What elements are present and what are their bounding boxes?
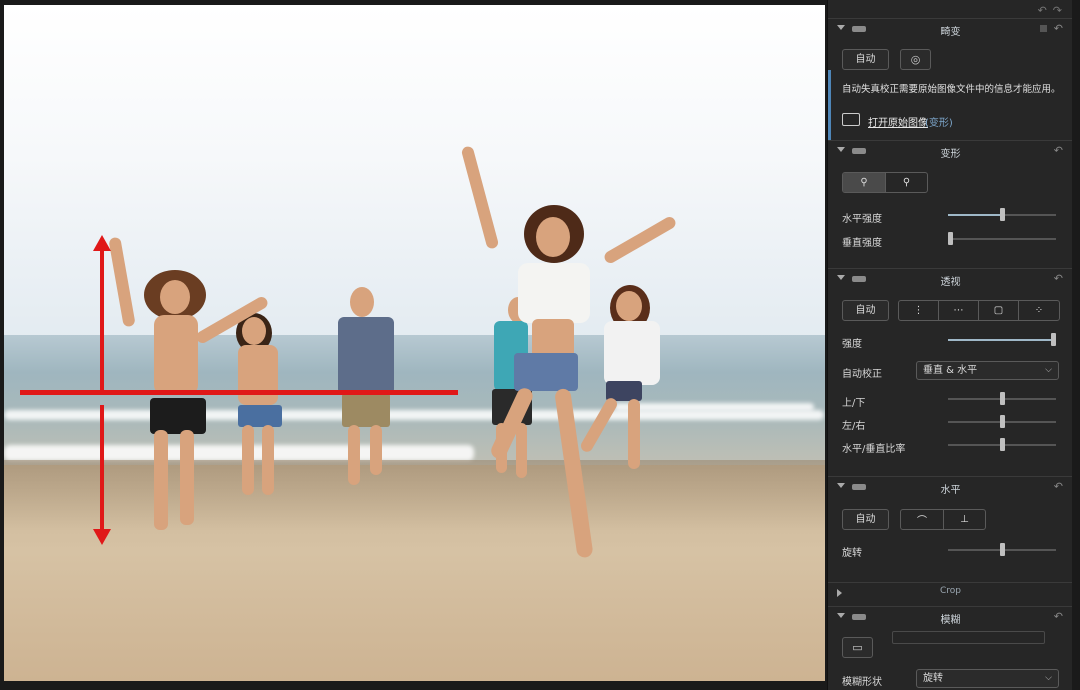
section-perspective: 透视 ↶ 自动 ⋮ ⋯ ▢ ⁘ 强度 自动校正 垂直 & 水平 ⌵ 上/下 左/… — [828, 268, 1072, 476]
distortion-note: 自动失真校正需要原始图像文件中的信息才能应用。 — [842, 84, 1061, 95]
slider-fill — [948, 339, 1056, 341]
folder-icon — [842, 113, 860, 126]
blur-preview-field[interactable] — [892, 631, 1045, 644]
level-line-icon[interactable]: ⌒ — [901, 510, 944, 529]
ratio-label: 水平/垂直比率 — [842, 444, 906, 455]
perspective-mode-toggle: ⋮ ⋯ ▢ ⁘ — [898, 300, 1060, 321]
level-tool-icon[interactable]: ⊥ — [944, 510, 985, 529]
slider-knob[interactable] — [1051, 333, 1056, 346]
person-outline-icon[interactable]: ⚲ — [886, 173, 927, 192]
auto-correct-select[interactable]: 垂直 & 水平 ⌵ — [916, 361, 1059, 380]
square-icon — [1040, 25, 1047, 32]
reset-icon[interactable]: ↶ — [1054, 272, 1063, 285]
section-title: 模糊 — [940, 615, 961, 626]
four-points-icon[interactable]: ⁘ — [1019, 301, 1059, 320]
left-right-slider[interactable] — [948, 415, 1056, 428]
photo-canvas[interactable] — [4, 5, 825, 681]
section-crop[interactable]: Crop — [828, 582, 1072, 600]
horizontal-lines-icon[interactable]: ⋯ — [939, 301, 979, 320]
section-title: 水平 — [940, 485, 961, 496]
slider-knob[interactable] — [1000, 438, 1005, 451]
blur-icon: ▭ — [852, 641, 863, 654]
blur-shape-select[interactable]: 旋转 ⌵ — [916, 669, 1059, 688]
active-indicator — [828, 70, 831, 140]
slider-knob[interactable] — [1000, 415, 1005, 428]
panel-top-controls: ↶ ↷ — [1038, 4, 1062, 17]
photo-wet-sand — [4, 460, 825, 530]
reset-icon[interactable]: ↶ — [1054, 22, 1063, 35]
strength-label: 强度 — [842, 339, 862, 350]
section-title: Crop — [939, 586, 961, 596]
reset-icon[interactable]: ↶ — [1054, 144, 1063, 157]
section-header[interactable]: 水平 ↶ — [828, 477, 1072, 497]
arrow-down-icon — [93, 529, 111, 545]
blur-preset-button[interactable]: ▭ — [842, 637, 873, 658]
auto-button[interactable]: 自动 — [842, 300, 889, 321]
wave-foam — [614, 403, 814, 411]
auto-correct-label: 自动校正 — [842, 369, 882, 380]
slider-fill — [948, 214, 1002, 216]
arrow-up-icon — [93, 235, 111, 251]
rotate-label: 旋转 — [842, 548, 862, 559]
ratio-slider[interactable] — [948, 438, 1056, 451]
redo-icon[interactable]: ↷ — [1053, 4, 1062, 17]
section-header[interactable]: 透视 ↶ — [828, 269, 1072, 289]
wave-foam — [4, 410, 824, 420]
person-correct-icon[interactable]: ⚲ — [843, 173, 886, 192]
slider-knob[interactable] — [948, 232, 953, 245]
section-title: 透视 — [940, 277, 961, 288]
horizontal-strength-slider[interactable] — [948, 208, 1056, 221]
lens-correction-panel: ↶ ↷ 畸变 ↶ 自动 ◎ 自动失真校正需要原始图像文件中的信息才能应用。 打开… — [827, 0, 1072, 690]
section-blur: 模糊 ↶ ▭ 模糊形状 旋转 ⌵ — [828, 606, 1072, 690]
blur-shape-label: 模糊形状 — [842, 677, 882, 688]
rectangle-icon[interactable]: ▢ — [979, 301, 1019, 320]
reset-icon[interactable]: ↶ — [1054, 610, 1063, 623]
vertical-strength-label: 垂直强度 — [842, 238, 882, 249]
slider-knob[interactable] — [1000, 208, 1005, 221]
horizontal-guide-line — [20, 390, 458, 395]
section-level: 水平 ↶ 自动 ⌒ ⊥ 旋转 — [828, 476, 1072, 580]
section-header[interactable]: 模糊 ↶ — [828, 607, 1072, 627]
section-title: 畸变 — [940, 27, 961, 38]
chevron-down-icon: ⌵ — [1045, 365, 1052, 375]
auto-button[interactable]: 自动 — [842, 509, 889, 530]
transform-mode-toggle: ⚲ ⚲ — [842, 172, 928, 193]
reset-icon[interactable]: ↶ — [1054, 480, 1063, 493]
lens-profile-button[interactable]: ◎ — [900, 49, 931, 70]
rotate-slider[interactable] — [948, 543, 1056, 556]
up-down-label: 上/下 — [842, 398, 866, 409]
slider-knob[interactable] — [1000, 543, 1005, 556]
section-header[interactable]: 畸变 ↶ — [828, 19, 1072, 39]
open-original-suffix: (变形) — [925, 118, 953, 129]
vertical-guide-line — [100, 245, 104, 390]
section-header[interactable]: 变形 ↶ — [828, 141, 1072, 161]
up-down-slider[interactable] — [948, 392, 1056, 405]
section-transform: 变形 ↶ ⚲ ⚲ 水平强度 垂直强度 — [828, 140, 1072, 268]
section-title: 变形 — [940, 149, 961, 160]
left-right-label: 左/右 — [842, 421, 866, 432]
chevron-down-icon: ⌵ — [1045, 673, 1052, 683]
strength-slider[interactable] — [948, 333, 1056, 346]
blur-shape-value: 旋转 — [923, 673, 943, 684]
auto-button[interactable]: 自动 — [842, 49, 889, 70]
slider-knob[interactable] — [1000, 392, 1005, 405]
undo-icon[interactable]: ↶ — [1038, 4, 1047, 17]
vertical-lines-icon[interactable]: ⋮ — [899, 301, 939, 320]
vertical-guide-line — [100, 405, 104, 535]
level-tool-toggle: ⌒ ⊥ — [900, 509, 986, 530]
vertical-strength-slider[interactable] — [948, 232, 1056, 245]
lens-icon: ◎ — [910, 53, 921, 66]
wave-foam — [4, 445, 474, 461]
section-distortion: 畸变 ↶ 自动 ◎ 自动失真校正需要原始图像文件中的信息才能应用。 打开原始图像… — [828, 18, 1072, 140]
auto-correct-value: 垂直 & 水平 — [923, 365, 978, 376]
horizontal-strength-label: 水平强度 — [842, 214, 882, 225]
open-original-link[interactable]: 打开原始图像 — [868, 114, 928, 129]
